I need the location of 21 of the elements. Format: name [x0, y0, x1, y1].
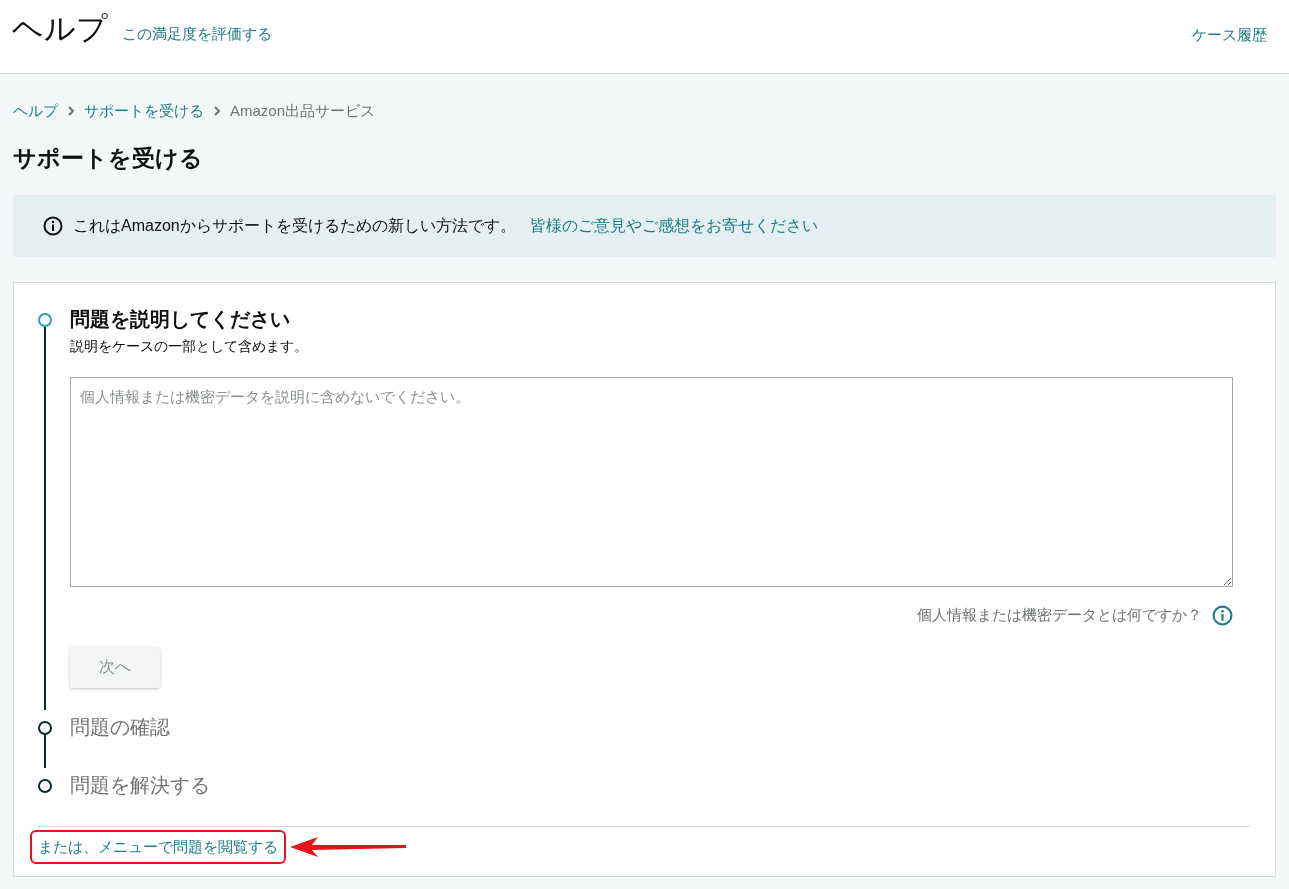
breadcrumb-link[interactable]: サポートを受ける [84, 100, 204, 123]
feedback-link[interactable]: 皆様のご意見やご感想をお寄せください [529, 214, 818, 238]
browse-menu-link[interactable]: または、メニューで問題を閲覧する [38, 837, 278, 855]
page-title: サポートを受ける [13, 143, 204, 173]
chevron-right-icon [212, 105, 222, 118]
next-button[interactable]: 次へ [70, 646, 160, 688]
rate-link[interactable]: この満足度を評価する [122, 23, 272, 46]
page-header-title: ヘルプ [12, 10, 108, 48]
banner-text: これはAmazonからサポートを受けるための新しい方法です。 [73, 216, 516, 236]
step-title: 問題を説明してください [70, 307, 291, 332]
case-history-link[interactable]: ケース履歴 [1192, 24, 1267, 47]
step-title: 問題を解決する [70, 772, 211, 798]
step-description: 説明をケースの一部として含めます。 [70, 337, 309, 356]
breadcrumb-current: Amazon出品サービス [230, 101, 376, 121]
breadcrumb-link[interactable]: ヘルプ [13, 100, 58, 123]
info-icon [1212, 604, 1233, 626]
chevron-right-icon [66, 105, 76, 118]
description-field[interactable]: 個人情報または機密データを説明に含めないでください。 [70, 377, 1233, 587]
info-icon [43, 216, 63, 236]
step-title: 問題の確認 [70, 714, 171, 740]
help-text: 個人情報または機密データとは何ですか？ [917, 605, 1202, 625]
